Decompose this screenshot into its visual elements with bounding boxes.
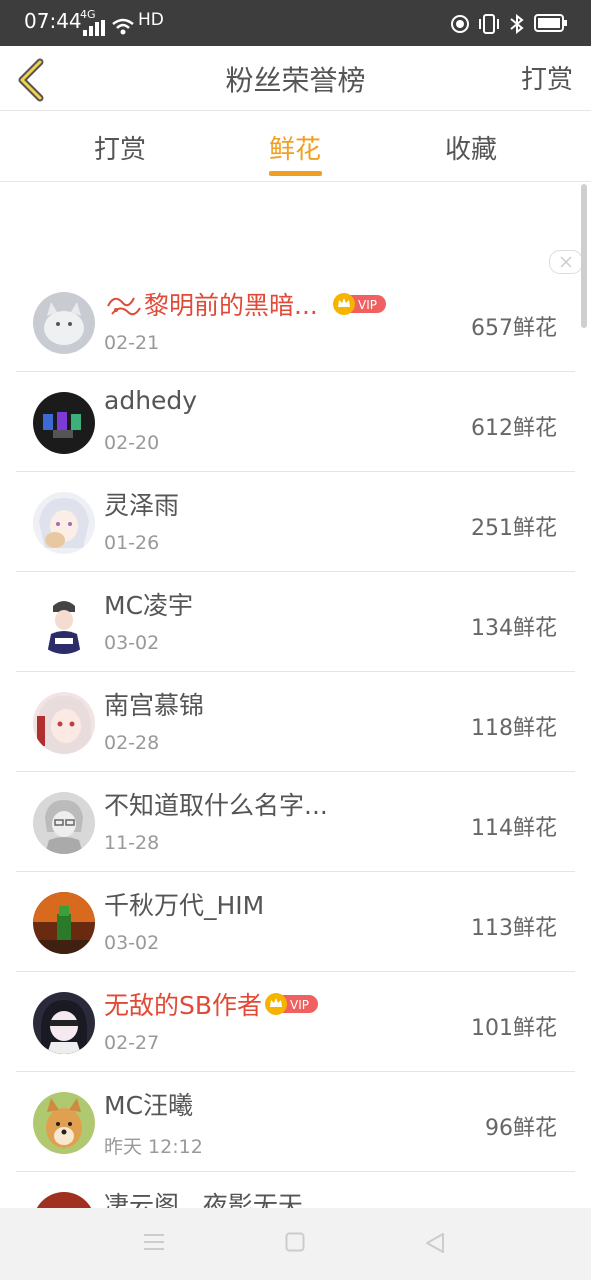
reward-button[interactable]: 打赏 — [521, 59, 573, 96]
fan-name[interactable]: 黎明前的黑暗... VIP — [104, 286, 388, 322]
signal-icon — [83, 20, 105, 36]
tab-flowers[interactable]: 鲜花 — [245, 129, 345, 166]
flower-count: 251鲜花 — [471, 516, 557, 541]
flower-count: 612鲜花 — [471, 416, 557, 441]
fan-ranking-list: 黎明前的黑暗... VIP 02-21 657鲜花 adhedy 02-20 6… — [0, 272, 591, 1272]
svg-text:VIP: VIP — [358, 298, 377, 312]
app-header: 粉丝荣誉榜 打赏 — [0, 46, 591, 111]
avatar — [33, 492, 95, 554]
fan-name[interactable]: MC汪曦 — [104, 1086, 193, 1122]
bluetooth-icon — [510, 14, 524, 34]
avatar — [33, 892, 95, 954]
fan-date: 02-28 — [104, 732, 160, 754]
fan-name-text: 黎明前的黑暗... — [144, 291, 318, 320]
flower-count: 114鲜花 — [471, 816, 557, 841]
fan-name[interactable]: 千秋万代_HIM — [104, 886, 264, 922]
back-triangle-icon[interactable] — [424, 1232, 446, 1254]
fan-date: 03-02 — [104, 632, 160, 654]
decoration-icon — [107, 297, 141, 316]
menu-icon[interactable] — [143, 1232, 165, 1252]
active-tab-indicator — [269, 171, 322, 176]
flower-count: 118鲜花 — [471, 716, 557, 741]
list-item[interactable]: 不知道取什么名字... 11-28 114鲜花 — [0, 772, 591, 872]
fan-date: 02-21 — [104, 332, 160, 354]
fan-name[interactable]: 不知道取什么名字... — [104, 786, 328, 822]
chevron-left-icon[interactable] — [12, 54, 56, 102]
avatar — [33, 1092, 95, 1154]
wifi-icon — [112, 18, 134, 35]
tab-favorites[interactable]: 收藏 — [421, 129, 521, 166]
fan-date: 02-27 — [104, 1032, 160, 1054]
fan-date: 昨天 12:12 — [104, 1136, 203, 1158]
tab-reward[interactable]: 打赏 — [70, 129, 170, 166]
fan-name[interactable]: adhedy — [104, 386, 197, 415]
flower-count: 657鲜花 — [471, 316, 557, 341]
fan-date: 11-28 — [104, 832, 160, 854]
battery-icon — [534, 14, 567, 32]
record-icon — [451, 15, 469, 33]
avatar — [33, 792, 95, 854]
avatar — [33, 692, 95, 754]
list-item[interactable]: adhedy 02-20 612鲜花 — [0, 372, 591, 472]
fan-name-text: 无敌的SB作者 — [104, 991, 263, 1020]
avatar — [33, 392, 95, 454]
list-item[interactable]: 灵泽雨 01-26 251鲜花 — [0, 472, 591, 572]
svg-text:VIP: VIP — [290, 998, 309, 1012]
list-item[interactable]: 黎明前的黑暗... VIP 02-21 657鲜花 — [0, 272, 591, 372]
vip-badge: VIP — [332, 293, 386, 315]
flower-count: 101鲜花 — [471, 1016, 557, 1041]
fan-name[interactable]: 无敌的SB作者 VIP — [104, 986, 320, 1022]
fan-date: 03-02 — [104, 932, 160, 954]
avatar — [33, 292, 95, 354]
fan-date: 02-20 — [104, 432, 160, 454]
fan-date: 01-26 — [104, 532, 160, 554]
flower-count: 134鲜花 — [471, 616, 557, 641]
close-ad-icon[interactable] — [549, 250, 583, 274]
list-item[interactable]: 南宫慕锦 02-28 118鲜花 — [0, 672, 591, 772]
home-square-icon[interactable] — [285, 1232, 305, 1252]
avatar — [33, 992, 95, 1054]
vibrate-icon — [479, 14, 499, 34]
fan-name[interactable]: 灵泽雨 — [104, 486, 179, 522]
avatar — [33, 592, 95, 654]
status-bar: 07:44 4G HD — [0, 0, 591, 46]
page-title: 粉丝荣誉榜 — [225, 64, 366, 97]
list-item[interactable]: 无敌的SB作者 VIP 02-27 101鲜花 — [0, 972, 591, 1072]
list-item[interactable]: MC汪曦 昨天 12:12 96鲜花 — [0, 1072, 591, 1172]
fan-name[interactable]: 南宫慕锦 — [104, 686, 204, 722]
tab-bar: 打赏 鲜花 收藏 — [0, 111, 591, 182]
list-item[interactable]: MC凌宇 03-02 134鲜花 — [0, 572, 591, 672]
hd-indicator: HD — [138, 10, 164, 30]
status-time: 07:44 — [24, 9, 82, 33]
flower-count: 113鲜花 — [471, 916, 557, 941]
fan-name[interactable]: MC凌宇 — [104, 586, 193, 622]
vip-badge: VIP — [265, 993, 319, 1015]
system-nav-bar — [0, 1208, 591, 1280]
flower-count: 96鲜花 — [485, 1116, 557, 1141]
list-item[interactable]: 千秋万代_HIM 03-02 113鲜花 — [0, 872, 591, 972]
